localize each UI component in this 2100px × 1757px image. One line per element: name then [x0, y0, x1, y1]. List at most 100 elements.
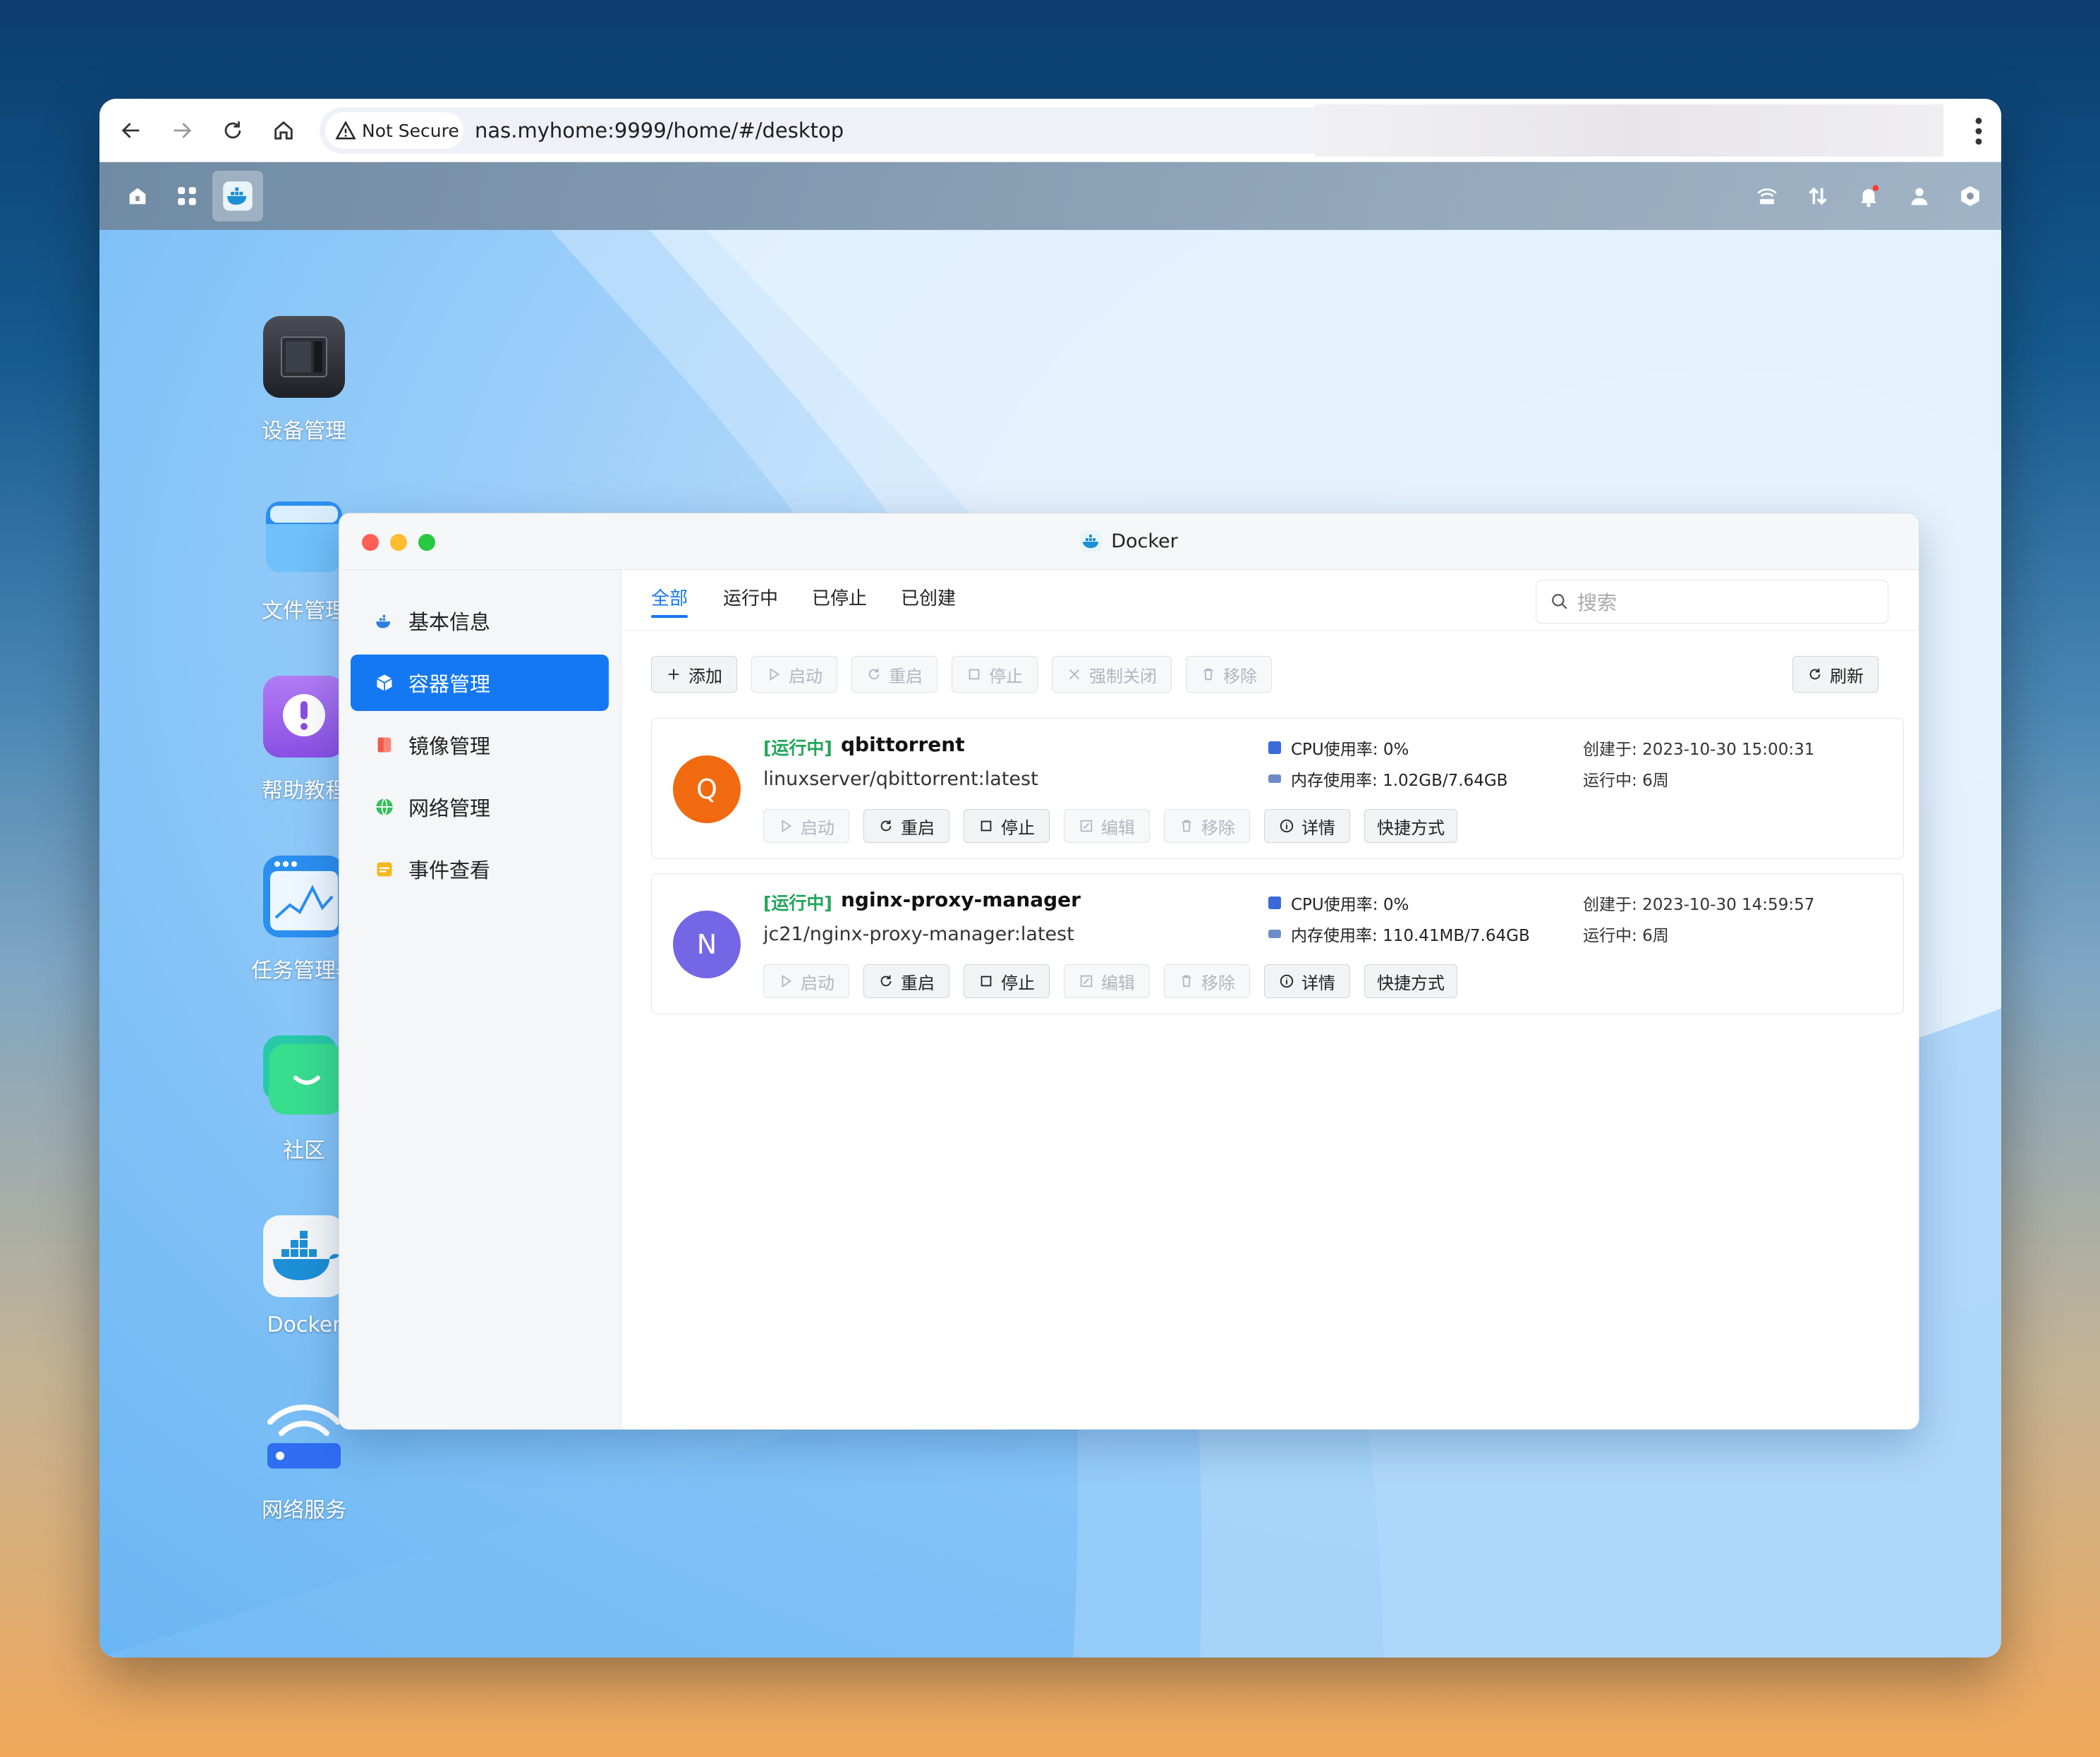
- search-icon: [1552, 594, 1567, 609]
- card-stop-label: 停止: [1001, 973, 1035, 993]
- sidebar-item-label: 基本信息: [408, 610, 491, 634]
- sidebar-item-network-management[interactable]: 网络管理: [351, 779, 609, 835]
- cpu-chip-icon: [1268, 896, 1281, 909]
- address-bar[interactable]: Not Secure nas.myhome:9999/home/#/deskto…: [320, 107, 1404, 154]
- forward-icon[interactable]: [166, 114, 198, 147]
- uptime: 运行中: 6周: [1583, 767, 1669, 791]
- card-restart-button[interactable]: 重启: [863, 809, 949, 843]
- docker-taskbar-icon[interactable]: [212, 171, 263, 221]
- stop-button[interactable]: 停止: [952, 656, 1038, 693]
- security-chip[interactable]: Not Secure: [325, 112, 463, 149]
- nas-topbar: [99, 162, 2001, 230]
- card-edit-button[interactable]: 编辑: [1064, 964, 1150, 998]
- container-card[interactable]: Q [运行中] qbittorrent linuxserver/qbittorr…: [651, 718, 1904, 859]
- browser-toolbar: Not Secure nas.myhome:9999/home/#/deskto…: [99, 99, 2001, 162]
- card-start-button[interactable]: 启动: [763, 964, 849, 998]
- security-label: Not Secure: [362, 120, 459, 141]
- container-name[interactable]: qbittorrent: [841, 733, 965, 756]
- tab-created[interactable]: 已创建: [901, 570, 956, 628]
- search-placeholder: 搜索: [1577, 591, 1618, 614]
- start-button[interactable]: 启动: [751, 656, 837, 693]
- cpu-value: 0%: [1383, 741, 1409, 759]
- memory-value: 1.02GB/7.64GB: [1383, 772, 1508, 790]
- card-shortcut-label: 快捷方式: [1377, 973, 1445, 993]
- search-input[interactable]: 搜索: [1536, 580, 1888, 624]
- device-manager-icon: [263, 316, 345, 398]
- extensions-area: [1315, 104, 1943, 157]
- menu-kebab-icon[interactable]: [1972, 116, 1986, 147]
- home-icon[interactable]: [267, 114, 300, 147]
- sidebar-item-event-view[interactable]: 事件查看: [351, 841, 609, 897]
- network-status-icon[interactable]: [1749, 178, 1785, 214]
- card-shortcut-label: 快捷方式: [1377, 817, 1445, 838]
- add-button[interactable]: 添加: [651, 656, 737, 693]
- docker-whale-icon: [263, 1215, 345, 1297]
- nas-home-icon[interactable]: [119, 178, 156, 214]
- created-at: 创建于: 2023-10-30 15:00:31: [1583, 736, 1814, 760]
- notification-bell-icon[interactable]: [1850, 178, 1887, 214]
- card-shortcut-button[interactable]: 快捷方式: [1364, 809, 1457, 843]
- refresh-button[interactable]: 刷新: [1792, 656, 1879, 693]
- memory-icon: [1268, 774, 1281, 783]
- force-close-label: 强制关闭: [1089, 666, 1157, 686]
- image-layers-icon: [377, 737, 392, 753]
- stop-square-icon: [981, 975, 992, 987]
- memory-usage: 内存使用率: 110.41MB/7.64GB: [1268, 922, 1530, 946]
- app-titlebar: Docker: [339, 513, 1919, 570]
- tab-all[interactable]: 全部: [651, 570, 688, 628]
- card-details-label: 详情: [1301, 817, 1335, 838]
- play-icon: [782, 819, 792, 833]
- sidebar-item-container-management[interactable]: 容器管理: [351, 655, 609, 711]
- sidebar-item-basic-info[interactable]: 基本信息: [351, 592, 609, 649]
- tab-running[interactable]: 运行中: [723, 570, 778, 628]
- container-avatar: Q: [673, 755, 741, 823]
- router-wifi-icon: [263, 1395, 345, 1477]
- remove-label: 移除: [1223, 666, 1257, 686]
- uptime-label: 运行中:: [1583, 927, 1637, 945]
- card-details-button[interactable]: 详情: [1264, 964, 1350, 998]
- play-icon: [770, 667, 780, 681]
- restart-icon: [880, 975, 892, 987]
- transfer-icon[interactable]: [1799, 178, 1836, 214]
- card-restart-label: 重启: [901, 973, 935, 993]
- created-label: 创建于:: [1583, 896, 1637, 914]
- container-image: jc21/nginx-proxy-manager:latest: [763, 923, 1074, 945]
- container-image: linuxserver/qbittorrent:latest: [763, 768, 1038, 790]
- start-label: 启动: [789, 666, 823, 686]
- container-card[interactable]: N [运行中] nginx-proxy-manager jc21/nginx-p…: [651, 873, 1904, 1014]
- card-stop-button[interactable]: 停止: [964, 809, 1050, 843]
- desktop-app-device-manager[interactable]: 设备管理: [226, 316, 382, 444]
- container-name[interactable]: nginx-proxy-manager: [841, 888, 1081, 911]
- card-remove-button[interactable]: 移除: [1164, 964, 1250, 998]
- desktop-app-label: 设备管理: [262, 419, 346, 444]
- remove-button[interactable]: 移除: [1186, 656, 1272, 693]
- apps-grid-icon[interactable]: [169, 178, 205, 214]
- card-stop-button[interactable]: 停止: [964, 964, 1050, 998]
- container-list-panel: 全部 运行中 已停止 已创建 搜索 添加 启动 重启 停止 强制关闭 移除 刷新…: [621, 570, 1919, 1429]
- uptime-value: 6周: [1642, 772, 1669, 790]
- card-shortcut-button[interactable]: 快捷方式: [1364, 964, 1457, 998]
- reload-icon[interactable]: [217, 114, 249, 147]
- refresh-label: 刷新: [1830, 666, 1864, 686]
- card-edit-button[interactable]: 编辑: [1064, 809, 1150, 843]
- url-text[interactable]: nas.myhome:9999/home/#/desktop: [475, 107, 844, 154]
- restart-button[interactable]: 重启: [851, 656, 937, 693]
- back-icon[interactable]: [115, 114, 147, 147]
- settings-hexagon-icon[interactable]: [1952, 178, 1989, 214]
- created-at: 创建于: 2023-10-30 14:59:57: [1583, 891, 1814, 915]
- sidebar-item-image-management[interactable]: 镜像管理: [351, 717, 609, 773]
- uptime: 运行中: 6周: [1583, 922, 1669, 946]
- edit-icon: [1080, 820, 1093, 832]
- app-title: Docker: [339, 513, 1919, 570]
- card-restart-button[interactable]: 重启: [863, 964, 949, 998]
- card-details-button[interactable]: 详情: [1264, 809, 1350, 843]
- card-start-button[interactable]: 启动: [763, 809, 849, 843]
- tab-stopped[interactable]: 已停止: [812, 570, 867, 628]
- user-icon[interactable]: [1901, 178, 1938, 214]
- card-remove-button[interactable]: 移除: [1164, 809, 1250, 843]
- force-close-button[interactable]: 强制关闭: [1052, 656, 1172, 693]
- cpu-label: CPU使用率:: [1291, 896, 1378, 914]
- card-restart-label: 重启: [901, 817, 935, 838]
- app-sidebar: 基本信息 容器管理 镜像管理 网络管理 事件查看: [339, 570, 621, 1429]
- cpu-value: 0%: [1383, 896, 1409, 914]
